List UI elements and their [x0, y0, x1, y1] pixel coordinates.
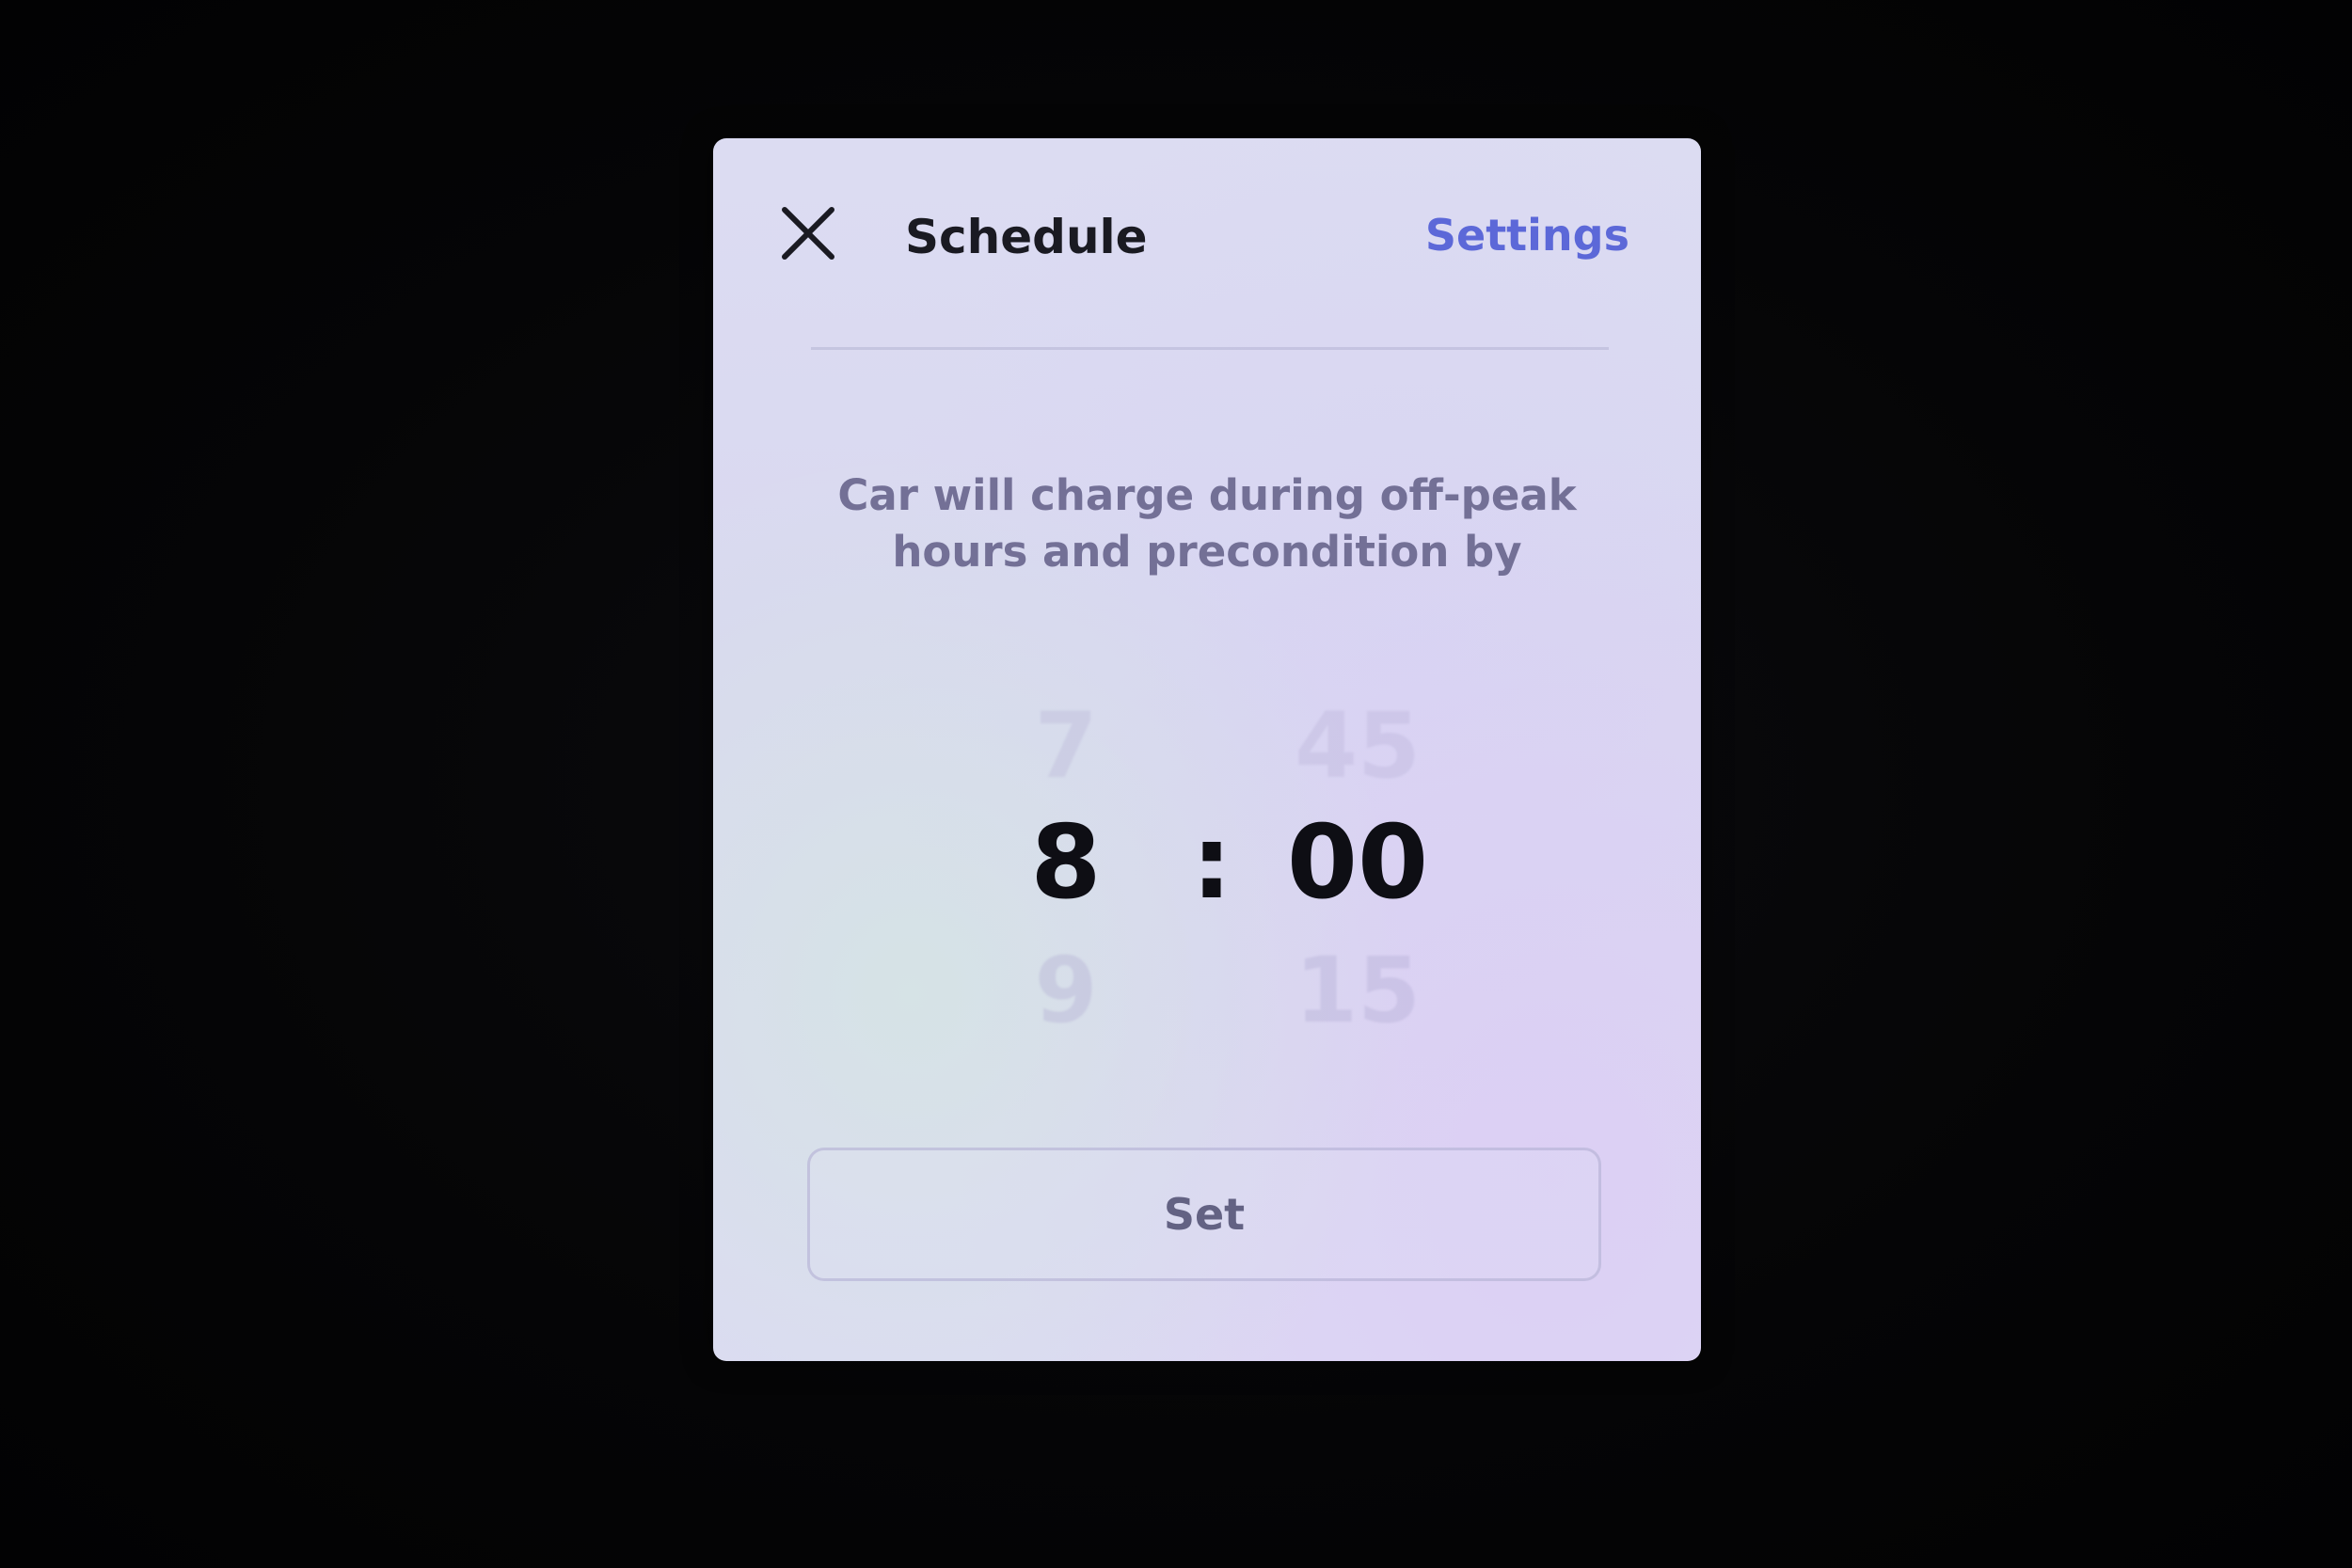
set-button[interactable]: Set [807, 1148, 1601, 1281]
close-icon [782, 207, 834, 260]
minute-next-value: 15 [1295, 938, 1421, 1043]
dialog-title: Schedule [905, 210, 1148, 264]
hour-prev-value: 7 [1034, 693, 1098, 797]
schedule-dialog: Schedule Settings Car will charge during… [713, 138, 1701, 1361]
time-picker: 7 8 9 : 45 00 15 [713, 665, 1701, 1201]
screen-background: Schedule Settings Car will charge during… [0, 0, 2352, 1568]
schedule-message: Car will charge during off-peak hours an… [837, 470, 1577, 577]
settings-link[interactable]: Settings [1425, 210, 1629, 261]
header-divider [811, 347, 1609, 350]
time-separator: : [1191, 804, 1232, 922]
hour-current-value: 8 [1030, 804, 1102, 922]
minute-prev-value: 45 [1295, 693, 1421, 797]
hour-wheel[interactable]: 7 8 9 [944, 665, 1188, 1201]
minute-wheel[interactable]: 45 00 15 [1235, 665, 1480, 1201]
minute-current-value: 00 [1286, 804, 1429, 922]
hour-next-value: 9 [1034, 938, 1098, 1043]
close-button[interactable] [779, 204, 837, 262]
